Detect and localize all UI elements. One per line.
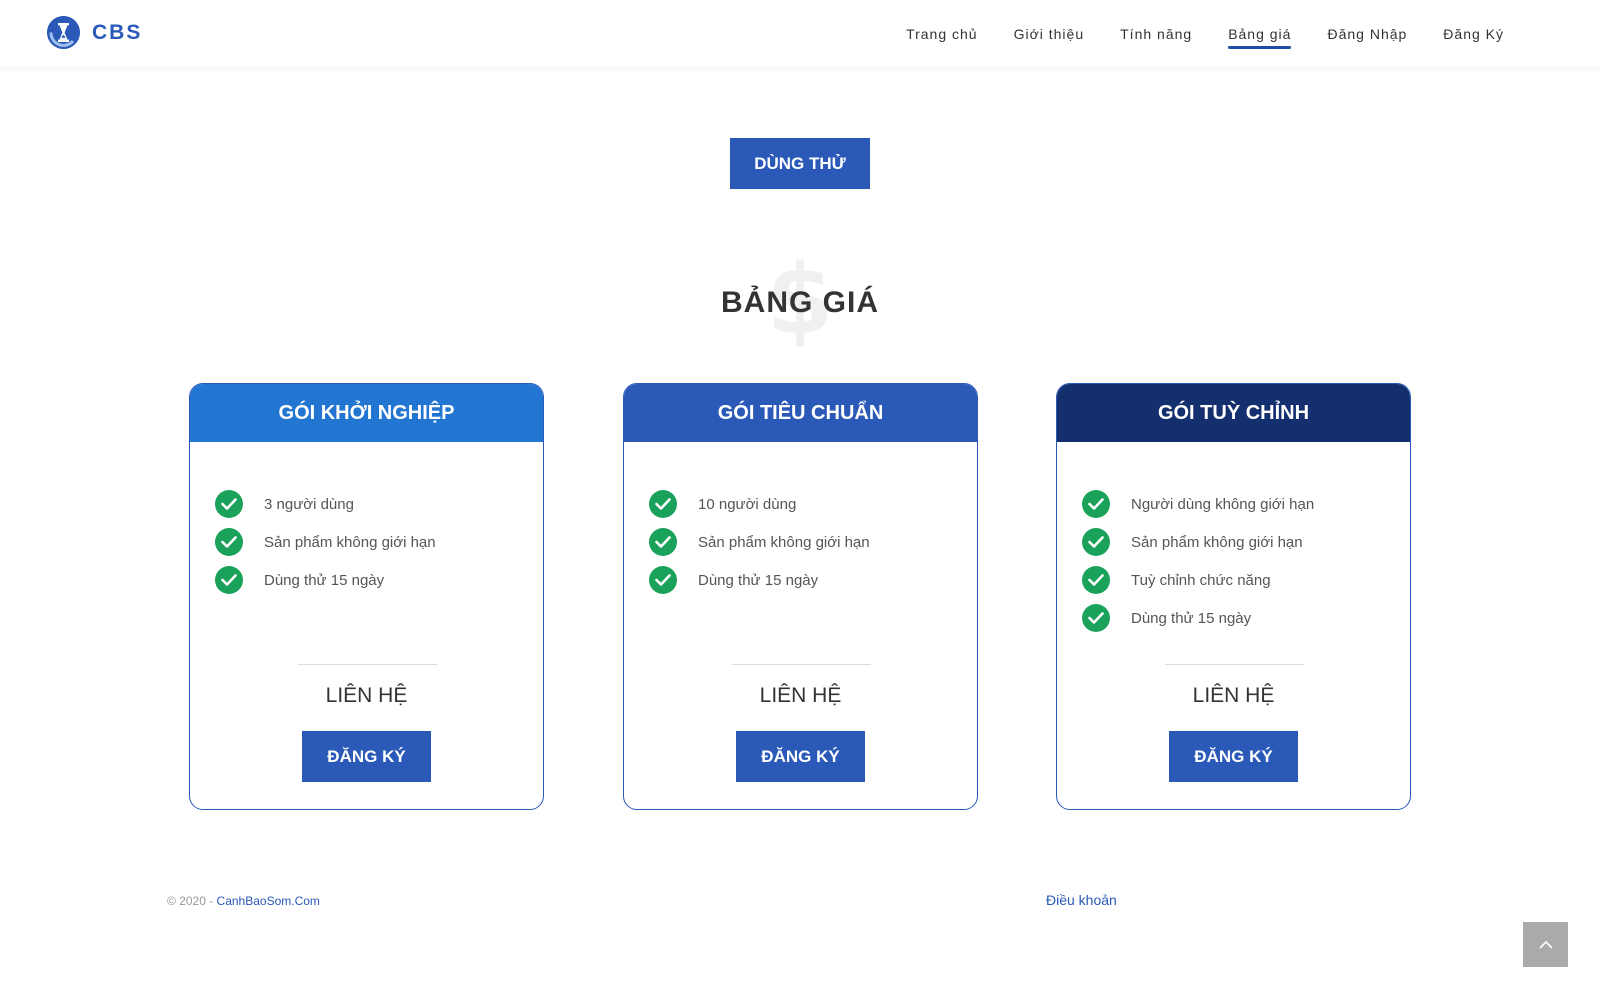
check-icon <box>215 490 243 518</box>
divider <box>298 664 437 665</box>
feature-text: Sản phẩm không giới hạn <box>698 533 870 551</box>
pricing-card-custom: GÓI TUỲ CHỈNH Người dùng không giới hạn … <box>1056 383 1411 810</box>
list-item: Sản phẩm không giới hạn <box>215 523 543 561</box>
pricing-title: BẢNG GIÁ <box>721 286 879 319</box>
plan-price: LIÊN HỆ <box>759 684 842 707</box>
check-icon <box>1082 566 1110 594</box>
feature-text: Dùng thử 15 ngày <box>264 571 385 589</box>
nav-item-about[interactable]: Giới thiệu <box>1014 26 1085 42</box>
nav-item-features[interactable]: Tính năng <box>1120 26 1192 42</box>
copyright: © 2020 - CanhBaoSom.Com <box>167 894 320 908</box>
feature-list: 10 người dùng Sản phẩm không giới hạn Dù… <box>624 442 977 722</box>
site-header: CBS Trang chủ Giới thiệu Tính năng Bảng … <box>0 0 1600 67</box>
hourglass-logo-icon <box>47 16 80 49</box>
feature-list: Người dùng không giới hạn Sản phẩm không… <box>1057 442 1410 722</box>
divider <box>1165 664 1304 665</box>
feature-text: Tuỳ chỉnh chức năng <box>1131 571 1271 589</box>
check-icon <box>215 566 243 594</box>
nav-item-login[interactable]: Đăng Nhập <box>1327 26 1407 42</box>
page: CBS Trang chủ Giới thiệu Tính năng Bảng … <box>0 0 1600 1000</box>
feature-text: Sản phẩm không giới hạn <box>1131 533 1303 551</box>
register-button[interactable]: ĐĂNG KÝ <box>736 731 865 782</box>
copyright-prefix: © 2020 - <box>167 894 217 908</box>
try-button[interactable]: DÙNG THỬ <box>730 138 870 189</box>
feature-text: Dùng thử 15 ngày <box>698 571 819 589</box>
register-button[interactable]: ĐĂNG KÝ <box>302 731 431 782</box>
plan-name: GÓI TIÊU CHUẨN <box>624 384 977 442</box>
check-icon <box>1082 604 1110 632</box>
feature-text: 3 người dùng <box>264 495 354 513</box>
list-item: Tuỳ chỉnh chức năng <box>1082 561 1410 599</box>
check-icon <box>215 528 243 556</box>
back-to-top-button[interactable] <box>1523 922 1568 967</box>
list-item: Dùng thử 15 ngày <box>649 561 977 599</box>
feature-text: Sản phẩm không giới hạn <box>264 533 436 551</box>
nav-item-register[interactable]: Đăng Ký <box>1443 26 1504 42</box>
feature-text: Dùng thử 15 ngày <box>1131 609 1252 627</box>
check-icon <box>1082 528 1110 556</box>
list-item: Sản phẩm không giới hạn <box>649 523 977 561</box>
pricing-card-standard: GÓI TIÊU CHUẨN 10 người dùng Sản phẩm kh… <box>623 383 978 810</box>
logo[interactable]: CBS <box>47 16 142 49</box>
logo-text: CBS <box>92 20 143 44</box>
register-button[interactable]: ĐĂNG KÝ <box>1169 731 1298 782</box>
check-icon <box>649 566 677 594</box>
nav-item-pricing[interactable]: Bảng giá <box>1228 26 1292 49</box>
pricing-section-header: $ BẢNG GIÁ <box>0 250 1600 350</box>
list-item: Dùng thử 15 ngày <box>1082 599 1410 637</box>
list-item: Sản phẩm không giới hạn <box>1082 523 1410 561</box>
feature-text: 10 người dùng <box>698 495 797 513</box>
check-icon <box>1082 490 1110 518</box>
list-item: 3 người dùng <box>215 485 543 523</box>
pricing-card-startup: GÓI KHỞI NGHIỆP 3 người dùng Sản phẩm kh… <box>189 383 544 810</box>
terms-link[interactable]: Điều khoản <box>1046 892 1117 908</box>
divider <box>732 664 871 665</box>
feature-list: 3 người dùng Sản phẩm không giới hạn Dùn… <box>190 442 543 722</box>
nav-item-home[interactable]: Trang chủ <box>906 26 978 42</box>
plan-price: LIÊN HỆ <box>1192 684 1275 707</box>
check-icon <box>649 528 677 556</box>
copyright-link[interactable]: CanhBaoSom.Com <box>217 894 320 908</box>
plan-price: LIÊN HỆ <box>325 684 408 707</box>
main-nav: Trang chủ Giới thiệu Tính năng Bảng giá … <box>870 0 1504 67</box>
list-item: 10 người dùng <box>649 485 977 523</box>
list-item: Người dùng không giới hạn <box>1082 485 1410 523</box>
plan-name: GÓI TUỲ CHỈNH <box>1057 384 1410 442</box>
feature-text: Người dùng không giới hạn <box>1131 495 1315 513</box>
plan-name: GÓI KHỞI NGHIỆP <box>190 384 543 442</box>
check-icon <box>649 490 677 518</box>
chevron-up-icon <box>1538 940 1553 949</box>
list-item: Dùng thử 15 ngày <box>215 561 543 599</box>
